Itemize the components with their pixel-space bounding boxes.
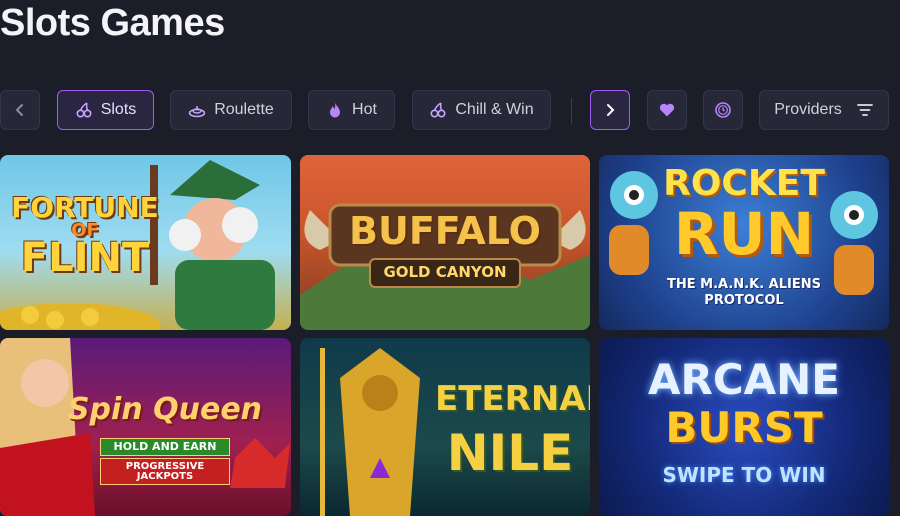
game-title: FORTUNE OF FLINT	[11, 191, 159, 281]
scroll-left-button[interactable]	[0, 90, 40, 130]
game-subtitle: GOLD CANYON	[383, 263, 507, 281]
game-artwork	[0, 338, 290, 516]
game-card-fortune-of-flint[interactable]: FORTUNE OF FLINT	[0, 155, 291, 330]
tab-slots-label: Slots	[100, 101, 137, 118]
providers-label: Providers	[774, 101, 842, 118]
flame-icon	[326, 101, 344, 119]
tab-slots[interactable]: Slots	[57, 90, 154, 130]
clock-icon	[714, 101, 732, 119]
tab-hot-label: Hot	[352, 101, 377, 118]
game-title: BUFFALO	[349, 209, 541, 253]
chevron-right-icon	[601, 101, 619, 119]
divider	[571, 98, 572, 124]
tab-roulette-label: Roulette	[214, 101, 274, 118]
cherry-icon	[429, 101, 447, 119]
game-subtitle: THE M.A.N.K. ALIENS PROTOCOL	[667, 277, 821, 308]
heart-icon	[658, 101, 676, 119]
game-card-rocket-run[interactable]: ROCKET RUN THE M.A.N.K. ALIENS PROTOCOL	[599, 155, 889, 330]
game-title: ETERNAL	[435, 379, 590, 419]
category-filter-bar: Slots Roulette Hot Chill & Win Providers	[0, 90, 900, 132]
tab-chill-win-label: Chill & Win	[455, 101, 534, 118]
game-title-line2: BURST	[665, 403, 823, 452]
chevron-left-icon	[11, 101, 29, 119]
cherry-icon	[75, 101, 93, 119]
game-card-buffalo-gold-canyon[interactable]: BUFFALO GOLD CANYON	[300, 155, 590, 330]
game-title: ARCANE	[647, 355, 840, 404]
game-card-eternal-nile[interactable]: ETERNAL NILE	[300, 338, 590, 516]
game-title-line2: RUN	[673, 200, 815, 268]
page-title: Slots Games	[0, 2, 225, 44]
game-card-arcane-burst[interactable]: ARCANE BURST SWIPE TO WIN	[599, 338, 889, 516]
game-subtitle-2: PROGRESSIVE JACKPOTS	[100, 458, 230, 485]
game-subtitle: HOLD AND EARN	[100, 438, 230, 457]
favorites-button[interactable]	[647, 90, 687, 130]
games-grid: FORTUNE OF FLINT BUFFALO GOLD CANYON ROC…	[0, 155, 900, 516]
game-title: Spin Queen	[67, 392, 263, 427]
game-title-line2: NILE	[446, 424, 574, 482]
game-title: ROCKET	[663, 163, 825, 204]
game-card-spin-queen[interactable]: Spin Queen HOLD AND EARN PROGRESSIVE JAC…	[0, 338, 291, 516]
game-subtitle: SWIPE TO WIN	[662, 463, 826, 487]
tab-roulette[interactable]: Roulette	[170, 90, 292, 130]
recent-button[interactable]	[703, 90, 743, 130]
tab-chill-win[interactable]: Chill & Win	[412, 90, 551, 130]
roulette-icon	[188, 101, 206, 119]
tab-hot[interactable]: Hot	[308, 90, 395, 130]
filter-icon	[856, 101, 874, 119]
providers-button[interactable]: Providers	[759, 90, 889, 130]
scroll-right-button[interactable]	[590, 90, 630, 130]
